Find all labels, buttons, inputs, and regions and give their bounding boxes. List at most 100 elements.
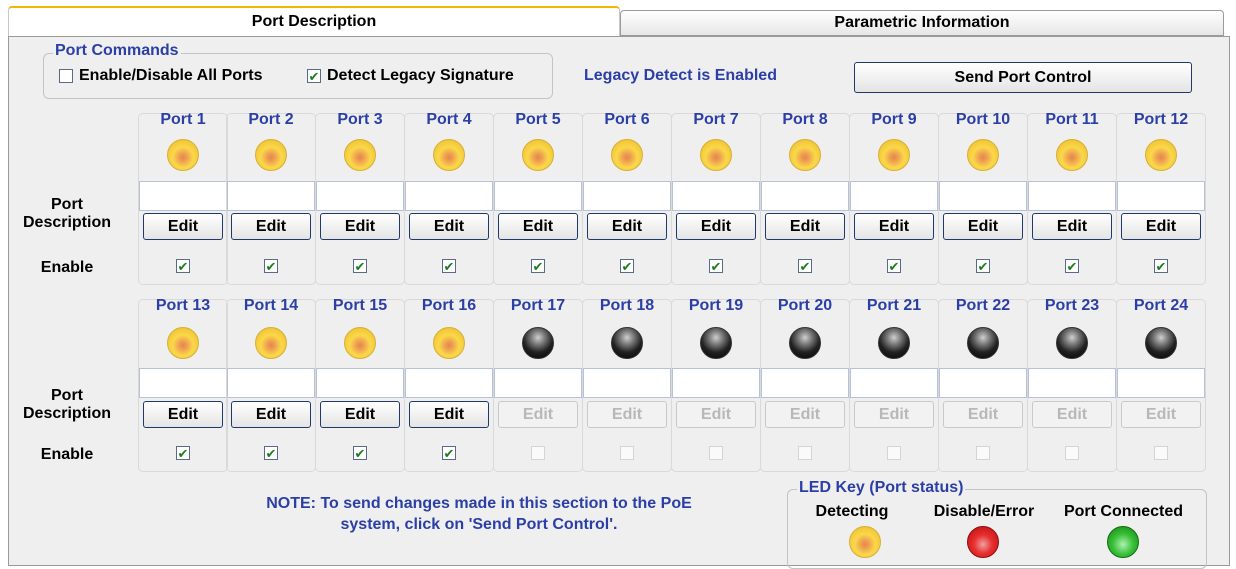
port-24-description-field[interactable] bbox=[1117, 368, 1205, 398]
port-15-enable-checkbox[interactable]: ✔ bbox=[353, 446, 367, 460]
port-2-enable-checkbox[interactable]: ✔ bbox=[264, 259, 278, 273]
port-16-description-field[interactable] bbox=[405, 368, 493, 398]
port-7-edit-button[interactable]: Edit bbox=[676, 213, 756, 240]
port-8-description-field[interactable] bbox=[761, 181, 849, 211]
port-16-enable-checkbox[interactable]: ✔ bbox=[442, 446, 456, 460]
port-4-enable-checkbox[interactable]: ✔ bbox=[442, 259, 456, 273]
port-15-description-field[interactable] bbox=[316, 368, 404, 398]
port-5-description-field[interactable] bbox=[494, 181, 582, 211]
port-10-description-field[interactable] bbox=[939, 181, 1027, 211]
port-23-enable-checkbox[interactable] bbox=[1065, 446, 1079, 460]
port-1-edit-button[interactable]: Edit bbox=[143, 213, 223, 240]
port-23-edit-button[interactable]: Edit bbox=[1032, 401, 1112, 428]
port-14-led-icon bbox=[255, 327, 287, 359]
port-20-description-field[interactable] bbox=[761, 368, 849, 398]
port-20-edit-button[interactable]: Edit bbox=[765, 401, 845, 428]
port-4-edit-button[interactable]: Edit bbox=[409, 213, 489, 240]
port-6-edit-button[interactable]: Edit bbox=[587, 213, 667, 240]
led-key-disable-error-label: Disable/Error bbox=[933, 503, 1035, 520]
port-21-edit-button[interactable]: Edit bbox=[854, 401, 934, 428]
port-17-name: Port 17 bbox=[510, 297, 566, 314]
port-10-led-icon bbox=[967, 139, 999, 171]
tab-parametric-information[interactable]: Parametric Information bbox=[620, 10, 1224, 36]
port-13-enable-checkbox[interactable]: ✔ bbox=[176, 446, 190, 460]
port-12-led-icon bbox=[1145, 139, 1177, 171]
port-13-description-field[interactable] bbox=[139, 368, 227, 398]
port-3-enable-checkbox[interactable]: ✔ bbox=[353, 259, 367, 273]
enable-all-ports-label: Enable/Disable All Ports bbox=[79, 67, 263, 84]
port-9-edit-button[interactable]: Edit bbox=[854, 213, 934, 240]
port-3-led-icon bbox=[344, 139, 376, 171]
port-14-description-field[interactable] bbox=[227, 368, 315, 398]
port-4-description-field[interactable] bbox=[405, 181, 493, 211]
port-8-enable-checkbox[interactable]: ✔ bbox=[798, 259, 812, 273]
port-9-enable-checkbox[interactable]: ✔ bbox=[887, 259, 901, 273]
port-11-description-field[interactable] bbox=[1028, 181, 1116, 211]
port-9-description-field[interactable] bbox=[850, 181, 938, 211]
led-key-title: LED Key (Port status) bbox=[797, 479, 966, 497]
port-17-led-icon bbox=[522, 327, 554, 359]
port-5-edit-button[interactable]: Edit bbox=[498, 213, 578, 240]
port-14-edit-button[interactable]: Edit bbox=[231, 401, 311, 428]
port-5-led-icon bbox=[522, 139, 554, 171]
port-description-label-row2: Port Description bbox=[22, 387, 111, 422]
port-22-description-field[interactable] bbox=[939, 368, 1027, 398]
port-2-description-field[interactable] bbox=[227, 181, 315, 211]
enable-all-ports-checkbox[interactable] bbox=[59, 69, 73, 83]
port-8-edit-button[interactable]: Edit bbox=[765, 213, 845, 240]
port-15-edit-button[interactable]: Edit bbox=[320, 401, 400, 428]
detect-legacy-checkbox[interactable]: ✔ bbox=[307, 69, 321, 83]
port-11-edit-button[interactable]: Edit bbox=[1032, 213, 1112, 240]
led-key-port-connected-icon bbox=[1107, 526, 1139, 558]
port-11-enable-checkbox[interactable]: ✔ bbox=[1065, 259, 1079, 273]
port-19-description-field[interactable] bbox=[672, 368, 760, 398]
port-17-edit-button[interactable]: Edit bbox=[498, 401, 578, 428]
port-24-edit-button[interactable]: Edit bbox=[1121, 401, 1201, 428]
port-7-description-field[interactable] bbox=[672, 181, 760, 211]
port-9-name: Port 9 bbox=[871, 111, 917, 128]
port-19-enable-checkbox[interactable] bbox=[709, 446, 723, 460]
port-2-edit-button[interactable]: Edit bbox=[231, 213, 311, 240]
port-24-enable-checkbox[interactable] bbox=[1154, 446, 1168, 460]
port-1-description-field[interactable] bbox=[139, 181, 227, 211]
port-12-enable-checkbox[interactable]: ✔ bbox=[1154, 259, 1168, 273]
port-17-description-field[interactable] bbox=[494, 368, 582, 398]
port-21-enable-checkbox[interactable] bbox=[887, 446, 901, 460]
port-3-edit-button[interactable]: Edit bbox=[320, 213, 400, 240]
port-12-description-field[interactable] bbox=[1117, 181, 1205, 211]
port-14-enable-checkbox[interactable]: ✔ bbox=[264, 446, 278, 460]
port-5-enable-checkbox[interactable]: ✔ bbox=[531, 259, 545, 273]
port-22-enable-checkbox[interactable] bbox=[976, 446, 990, 460]
detect-legacy-option[interactable]: ✔ Detect Legacy Signature bbox=[307, 67, 514, 85]
port-4-led-icon bbox=[433, 139, 465, 171]
port-6-enable-checkbox[interactable]: ✔ bbox=[620, 259, 634, 273]
port-12-edit-button[interactable]: Edit bbox=[1121, 213, 1201, 240]
port-1-enable-checkbox[interactable]: ✔ bbox=[176, 259, 190, 273]
port-10-edit-button[interactable]: Edit bbox=[943, 213, 1023, 240]
port-21-description-field[interactable] bbox=[850, 368, 938, 398]
port-7-led-icon bbox=[700, 139, 732, 171]
port-18-description-field[interactable] bbox=[583, 368, 671, 398]
port-7-name: Port 7 bbox=[693, 111, 739, 128]
send-port-control-button[interactable]: Send Port Control bbox=[854, 62, 1192, 93]
port-12-name: Port 12 bbox=[1133, 111, 1189, 128]
port-13-edit-button[interactable]: Edit bbox=[143, 401, 223, 428]
port-description-label-row1: Port Description bbox=[22, 196, 111, 231]
port-18-enable-checkbox[interactable] bbox=[620, 446, 634, 460]
port-19-led-icon bbox=[700, 327, 732, 359]
port-13-name: Port 13 bbox=[155, 297, 211, 314]
port-10-enable-checkbox[interactable]: ✔ bbox=[976, 259, 990, 273]
enable-all-ports-option[interactable]: Enable/Disable All Ports bbox=[59, 67, 262, 85]
led-key-group bbox=[787, 489, 1207, 569]
port-7-enable-checkbox[interactable]: ✔ bbox=[709, 259, 723, 273]
tab-port-description[interactable]: Port Description bbox=[8, 6, 620, 36]
port-3-description-field[interactable] bbox=[316, 181, 404, 211]
port-6-description-field[interactable] bbox=[583, 181, 671, 211]
port-17-enable-checkbox[interactable] bbox=[531, 446, 545, 460]
port-23-description-field[interactable] bbox=[1028, 368, 1116, 398]
port-20-enable-checkbox[interactable] bbox=[798, 446, 812, 460]
port-22-edit-button[interactable]: Edit bbox=[943, 401, 1023, 428]
port-16-edit-button[interactable]: Edit bbox=[409, 401, 489, 428]
port-18-edit-button[interactable]: Edit bbox=[587, 401, 667, 428]
port-19-edit-button[interactable]: Edit bbox=[676, 401, 756, 428]
